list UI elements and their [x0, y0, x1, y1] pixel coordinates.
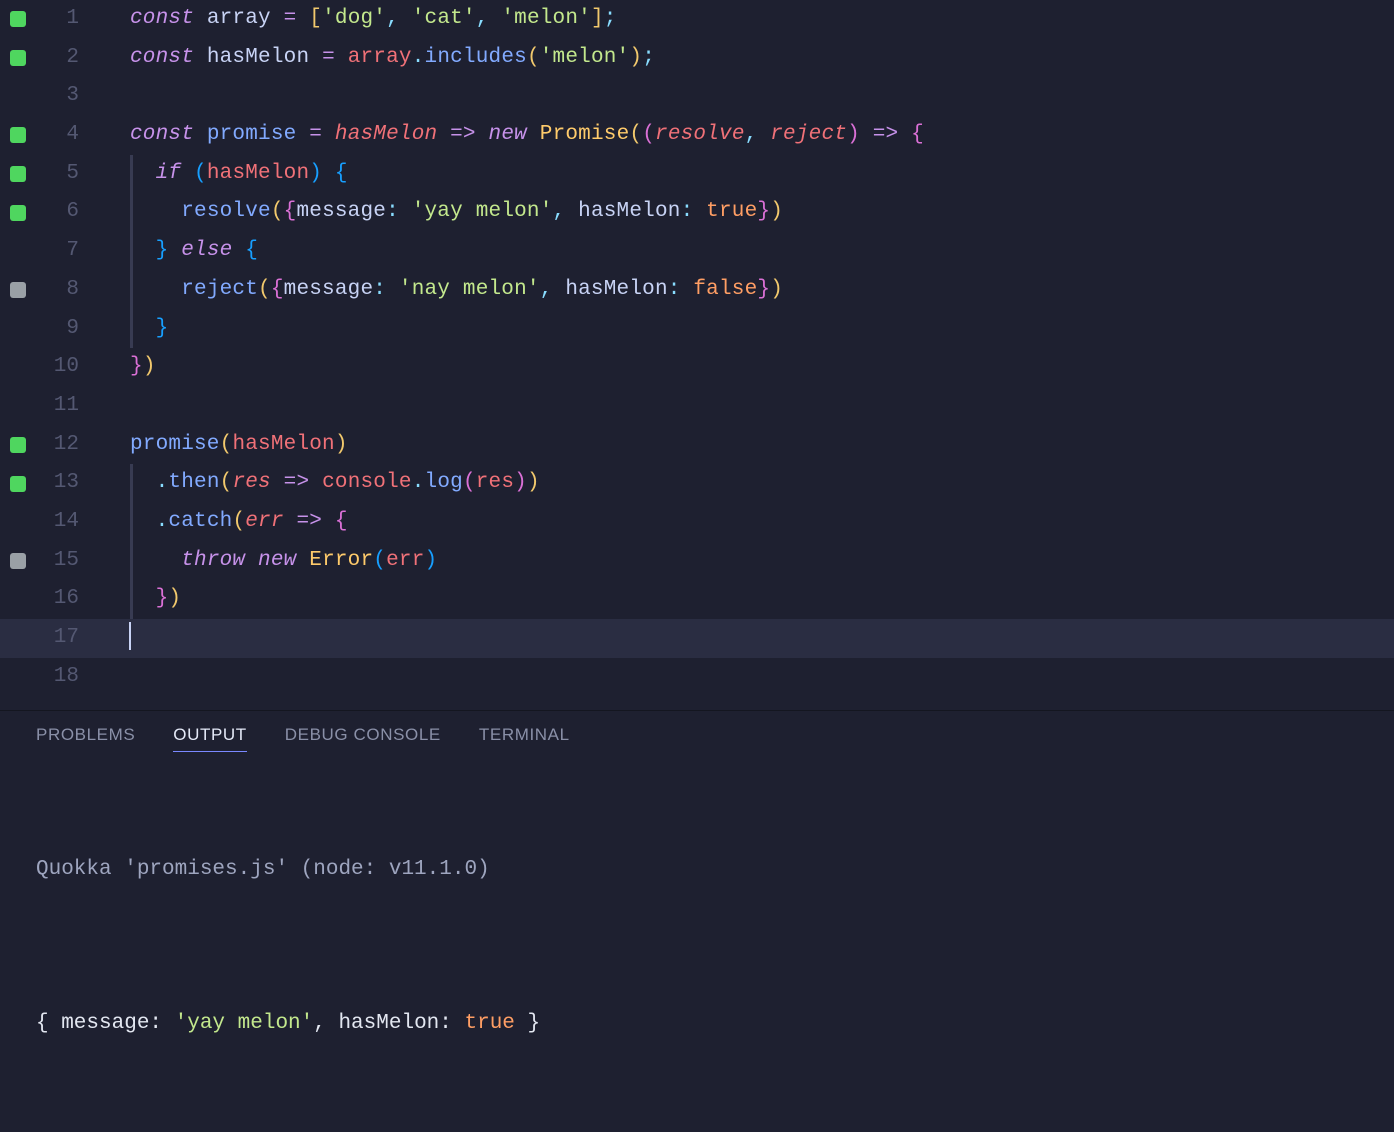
text-cursor — [129, 622, 131, 650]
coverage-hit-icon — [10, 205, 26, 221]
code-line[interactable]: 6 resolve({message: 'yay melon', hasMelo… — [0, 193, 1394, 232]
bottom-panel: PROBLEMS OUTPUT DEBUG CONSOLE TERMINAL Quok… — [0, 710, 1394, 1000]
code-line[interactable]: 8 reject({message: 'nay melon', hasMelon… — [0, 271, 1394, 310]
code-line[interactable]: 10}) — [0, 348, 1394, 387]
line-number: 11 — [35, 387, 85, 426]
code-text[interactable]: if (hasMelon) { — [85, 155, 348, 194]
code-text[interactable] — [85, 619, 131, 658]
code-line[interactable]: 2const hasMelon = array.includes('melon'… — [0, 39, 1394, 78]
line-number: 7 — [35, 232, 85, 271]
line-number: 5 — [35, 155, 85, 194]
coverage-hit-icon — [10, 50, 26, 66]
code-line[interactable]: 14 .catch(err => { — [0, 503, 1394, 542]
line-number: 6 — [35, 193, 85, 232]
code-text[interactable]: const promise = hasMelon => new Promise(… — [85, 116, 924, 155]
code-line[interactable]: 5 if (hasMelon) { — [0, 155, 1394, 194]
code-line[interactable]: 15 throw new Error(err) — [0, 542, 1394, 581]
tab-output[interactable]: OUTPUT — [173, 725, 246, 752]
line-number: 8 — [35, 271, 85, 310]
gutter-marker — [0, 553, 35, 569]
gutter-marker — [0, 205, 35, 221]
line-number: 13 — [35, 464, 85, 503]
coverage-miss-icon — [10, 282, 26, 298]
code-line[interactable]: 3 — [0, 77, 1394, 116]
gutter-marker — [0, 476, 35, 492]
coverage-hit-icon — [10, 476, 26, 492]
line-number: 2 — [35, 39, 85, 78]
code-editor[interactable]: 1const array = ['dog', 'cat', 'melon'];2… — [0, 0, 1394, 710]
output-header: Quokka 'promises.js' (node: v11.1.0) — [36, 850, 1358, 890]
output-result: { message: 'yay melon', hasMelon: true } — [36, 1004, 1358, 1044]
line-number: 10 — [35, 348, 85, 387]
code-line[interactable]: 16 }) — [0, 580, 1394, 619]
line-number: 3 — [35, 77, 85, 116]
code-text[interactable]: } — [85, 310, 168, 349]
code-text[interactable]: } else { — [85, 232, 258, 271]
code-text[interactable]: throw new Error(err) — [85, 542, 437, 581]
gutter-marker — [0, 166, 35, 182]
gutter-marker — [0, 11, 35, 27]
coverage-hit-icon — [10, 11, 26, 27]
line-number: 14 — [35, 503, 85, 542]
code-line[interactable]: 12promise(hasMelon) — [0, 426, 1394, 465]
gutter-marker — [0, 127, 35, 143]
code-line[interactable]: 1const array = ['dog', 'cat', 'melon']; — [0, 0, 1394, 39]
code-text[interactable]: .catch(err => { — [85, 503, 348, 542]
line-number: 18 — [35, 658, 85, 697]
line-number: 17 — [35, 619, 85, 658]
code-text[interactable]: }) — [85, 348, 156, 387]
code-line[interactable]: 11 — [0, 387, 1394, 426]
gutter-marker — [0, 50, 35, 66]
line-number: 15 — [35, 542, 85, 581]
panel-tabs: PROBLEMS OUTPUT DEBUG CONSOLE TERMINAL — [0, 711, 1394, 762]
code-line[interactable]: 4const promise = hasMelon => new Promise… — [0, 116, 1394, 155]
line-number: 9 — [35, 310, 85, 349]
tab-problems[interactable]: PROBLEMS — [36, 725, 135, 752]
code-text[interactable]: const array = ['dog', 'cat', 'melon']; — [85, 0, 617, 39]
code-line[interactable]: 17 — [0, 619, 1394, 658]
code-line[interactable]: 18 — [0, 658, 1394, 697]
code-text[interactable]: .then(res => console.log(res)) — [85, 464, 540, 503]
gutter-marker — [0, 437, 35, 453]
code-line[interactable]: 9 } — [0, 310, 1394, 349]
output-content: Quokka 'promises.js' (node: v11.1.0) { m… — [0, 762, 1394, 1132]
code-text[interactable]: const hasMelon = array.includes('melon')… — [85, 39, 655, 78]
code-text[interactable]: resolve({message: 'yay melon', hasMelon:… — [85, 193, 783, 232]
coverage-miss-icon — [10, 553, 26, 569]
line-number: 4 — [35, 116, 85, 155]
tab-debug[interactable]: DEBUG CONSOLE — [285, 725, 441, 752]
code-text[interactable]: promise(hasMelon) — [85, 426, 348, 465]
gutter-marker — [0, 282, 35, 298]
coverage-hit-icon — [10, 127, 26, 143]
line-number: 12 — [35, 426, 85, 465]
line-number: 1 — [35, 0, 85, 39]
coverage-hit-icon — [10, 166, 26, 182]
tab-terminal[interactable]: TERMINAL — [479, 725, 570, 752]
code-text[interactable]: }) — [85, 580, 181, 619]
code-line[interactable]: 7 } else { — [0, 232, 1394, 271]
code-text[interactable]: reject({message: 'nay melon', hasMelon: … — [85, 271, 783, 310]
line-number: 16 — [35, 580, 85, 619]
code-line[interactable]: 13 .then(res => console.log(res)) — [0, 464, 1394, 503]
coverage-hit-icon — [10, 437, 26, 453]
